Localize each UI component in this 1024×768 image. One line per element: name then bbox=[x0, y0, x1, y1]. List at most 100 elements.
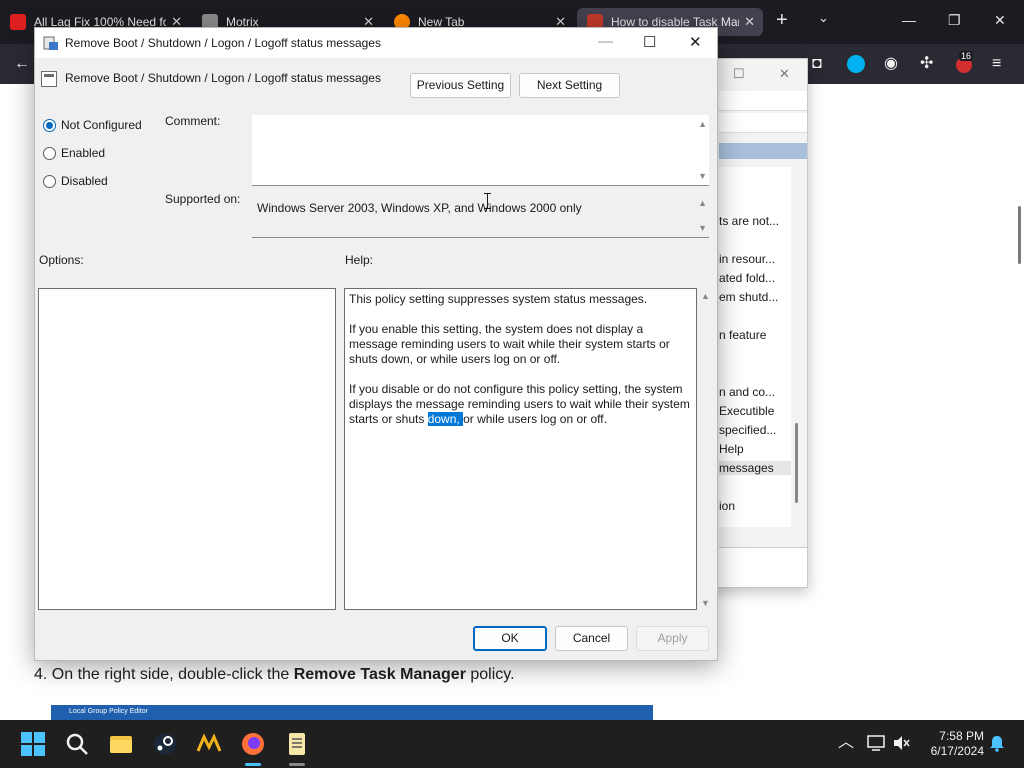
clock-date: 6/17/2024 bbox=[930, 744, 984, 758]
list-item[interactable]: ated fold... bbox=[719, 271, 775, 285]
notification-bell-icon[interactable] bbox=[988, 734, 1006, 752]
browser-close-icon[interactable]: ✕ bbox=[994, 12, 1006, 29]
browser-restore-icon[interactable]: ❐ bbox=[948, 12, 961, 29]
extensions-icon[interactable]: ✣ bbox=[920, 55, 933, 73]
scroll-down-icon[interactable]: ▼ bbox=[698, 171, 707, 181]
article-screenshot-image: Local Group Policy Editor bbox=[51, 705, 653, 720]
list-item[interactable]: n feature bbox=[719, 328, 766, 342]
ok-button[interactable]: OK bbox=[473, 626, 547, 651]
step-text: 4. On the right side, double-click the bbox=[34, 666, 294, 683]
list-item[interactable]: ts are not... bbox=[719, 214, 779, 228]
firefox-taskbar-icon[interactable] bbox=[240, 731, 266, 757]
radio-enabled[interactable]: Enabled bbox=[43, 146, 105, 160]
windows-start-icon[interactable] bbox=[20, 731, 46, 757]
steam-icon[interactable] bbox=[152, 731, 178, 757]
dialog-titlebar: Remove Boot / Shutdown / Logon / Logoff … bbox=[35, 28, 717, 58]
file-explorer-icon[interactable] bbox=[108, 731, 134, 757]
supported-on-label: Supported on: bbox=[165, 192, 241, 206]
pocket-icon[interactable]: ◘ bbox=[812, 55, 822, 73]
radio-not-configured[interactable]: Not Configured bbox=[43, 118, 142, 132]
radio-selected-icon bbox=[43, 118, 56, 132]
radio-icon bbox=[43, 146, 56, 160]
page-scrollbar[interactable] bbox=[1018, 206, 1021, 264]
motrix-taskbar-icon[interactable] bbox=[196, 731, 222, 757]
extension-badge: 16 bbox=[959, 51, 974, 61]
help-paragraph: If you enable this setting, the system d… bbox=[349, 322, 670, 366]
list-item[interactable]: n and co... bbox=[719, 385, 775, 399]
list-item[interactable]: ion bbox=[719, 499, 735, 513]
gpe-column-header[interactable] bbox=[719, 143, 807, 159]
list-item[interactable]: Executible bbox=[719, 404, 774, 418]
dialog-close-icon[interactable]: ✕ bbox=[689, 33, 702, 51]
back-arrow-icon[interactable]: ← bbox=[14, 55, 30, 73]
gpe-list-scrollbar[interactable] bbox=[795, 423, 798, 503]
radio-label: Disabled bbox=[61, 174, 108, 188]
list-item[interactable]: in resour... bbox=[719, 252, 775, 266]
selected-text[interactable]: down, bbox=[427, 412, 464, 426]
comment-textarea[interactable]: ▲ ▼ bbox=[252, 115, 709, 186]
radio-label: Not Configured bbox=[61, 118, 142, 132]
dialog-title: Remove Boot / Shutdown / Logon / Logoff … bbox=[65, 36, 381, 50]
embed-caption: Local Group Policy Editor bbox=[69, 708, 148, 715]
browser-minimize-icon[interactable]: — bbox=[902, 12, 916, 28]
next-setting-button[interactable]: Next Setting bbox=[519, 73, 620, 98]
gpe-toolbar bbox=[719, 113, 807, 133]
help-text: or while users log on or off. bbox=[463, 412, 607, 426]
vpn-extension-icon[interactable] bbox=[847, 55, 865, 73]
search-icon[interactable] bbox=[64, 731, 90, 757]
supported-on-value: Windows Server 2003, Windows XP, and Win… bbox=[257, 201, 582, 215]
menu-icon[interactable]: ≡ bbox=[992, 55, 1001, 73]
gpe-menu-bar bbox=[719, 91, 807, 111]
taskbar: ︿ 7:58 PM 6/17/2024 bbox=[0, 720, 1024, 768]
supported-on-field: Windows Server 2003, Windows XP, and Win… bbox=[252, 194, 709, 238]
dialog-maximize-icon[interactable]: ☐ bbox=[643, 33, 656, 51]
policy-editor-icon bbox=[43, 36, 58, 50]
notepad-running-indicator bbox=[289, 763, 305, 766]
article-step-text: 4. On the right side, double-click the R… bbox=[34, 666, 515, 684]
step-text-end: policy. bbox=[465, 666, 515, 683]
help-paragraph: If you disable or do not configure this … bbox=[349, 382, 692, 427]
youtube-icon bbox=[10, 14, 26, 30]
clock-time: 7:58 PM bbox=[939, 729, 984, 743]
policy-settings-dialog: Remove Boot / Shutdown / Logon / Logoff … bbox=[34, 27, 718, 661]
notepad-icon[interactable] bbox=[284, 731, 310, 757]
help-scroll-down-icon[interactable]: ▼ bbox=[701, 598, 710, 608]
help-label: Help: bbox=[345, 253, 374, 267]
tab-list-icon[interactable]: ⌄ bbox=[818, 10, 829, 26]
comment-label: Comment: bbox=[165, 114, 221, 128]
radio-label: Enabled bbox=[61, 146, 106, 160]
scroll-up-icon[interactable]: ▲ bbox=[698, 198, 707, 208]
scroll-down-icon[interactable]: ▼ bbox=[698, 223, 707, 233]
step-bold-text: Remove Task Manager bbox=[293, 666, 466, 683]
network-icon[interactable] bbox=[866, 734, 886, 752]
system-clock[interactable]: 7:58 PM 6/17/2024 bbox=[920, 729, 984, 759]
options-label: Options: bbox=[39, 253, 84, 267]
new-tab-icon[interactable]: + bbox=[776, 10, 788, 30]
options-panel bbox=[38, 288, 336, 610]
list-item[interactable]: Help bbox=[719, 442, 744, 456]
cancel-button[interactable]: Cancel bbox=[555, 626, 628, 651]
gpe-close-icon[interactable]: ✕ bbox=[779, 66, 790, 82]
help-scroll-up-icon[interactable]: ▲ bbox=[701, 291, 710, 301]
list-item-selected[interactable]: messages bbox=[719, 461, 791, 475]
help-paragraph: This policy setting suppresses system st… bbox=[349, 292, 648, 306]
policy-setting-icon bbox=[41, 71, 57, 87]
gpe-maximize-icon[interactable]: ☐ bbox=[733, 66, 745, 82]
list-item[interactable]: specified... bbox=[719, 423, 776, 437]
text-cursor-icon bbox=[484, 193, 491, 209]
dialog-minimize-icon[interactable]: — bbox=[598, 33, 613, 50]
tab-close-icon[interactable]: ✕ bbox=[744, 14, 755, 30]
volume-muted-icon[interactable] bbox=[892, 734, 910, 752]
radio-disabled[interactable]: Disabled bbox=[43, 174, 108, 188]
scroll-up-icon[interactable]: ▲ bbox=[698, 119, 707, 129]
help-panel[interactable]: This policy setting suppresses system st… bbox=[344, 288, 697, 610]
apply-button: Apply bbox=[636, 626, 709, 651]
policy-name: Remove Boot / Shutdown / Logon / Logoff … bbox=[65, 71, 381, 85]
previous-setting-button[interactable]: Previous Setting bbox=[410, 73, 511, 98]
tray-chevron-icon[interactable]: ︿ bbox=[838, 734, 854, 752]
account-icon[interactable]: ◉ bbox=[884, 55, 898, 73]
gpe-status-area bbox=[719, 547, 807, 587]
radio-icon bbox=[43, 174, 56, 188]
list-item[interactable]: em shutd... bbox=[719, 290, 778, 304]
firefox-running-indicator bbox=[245, 763, 261, 766]
